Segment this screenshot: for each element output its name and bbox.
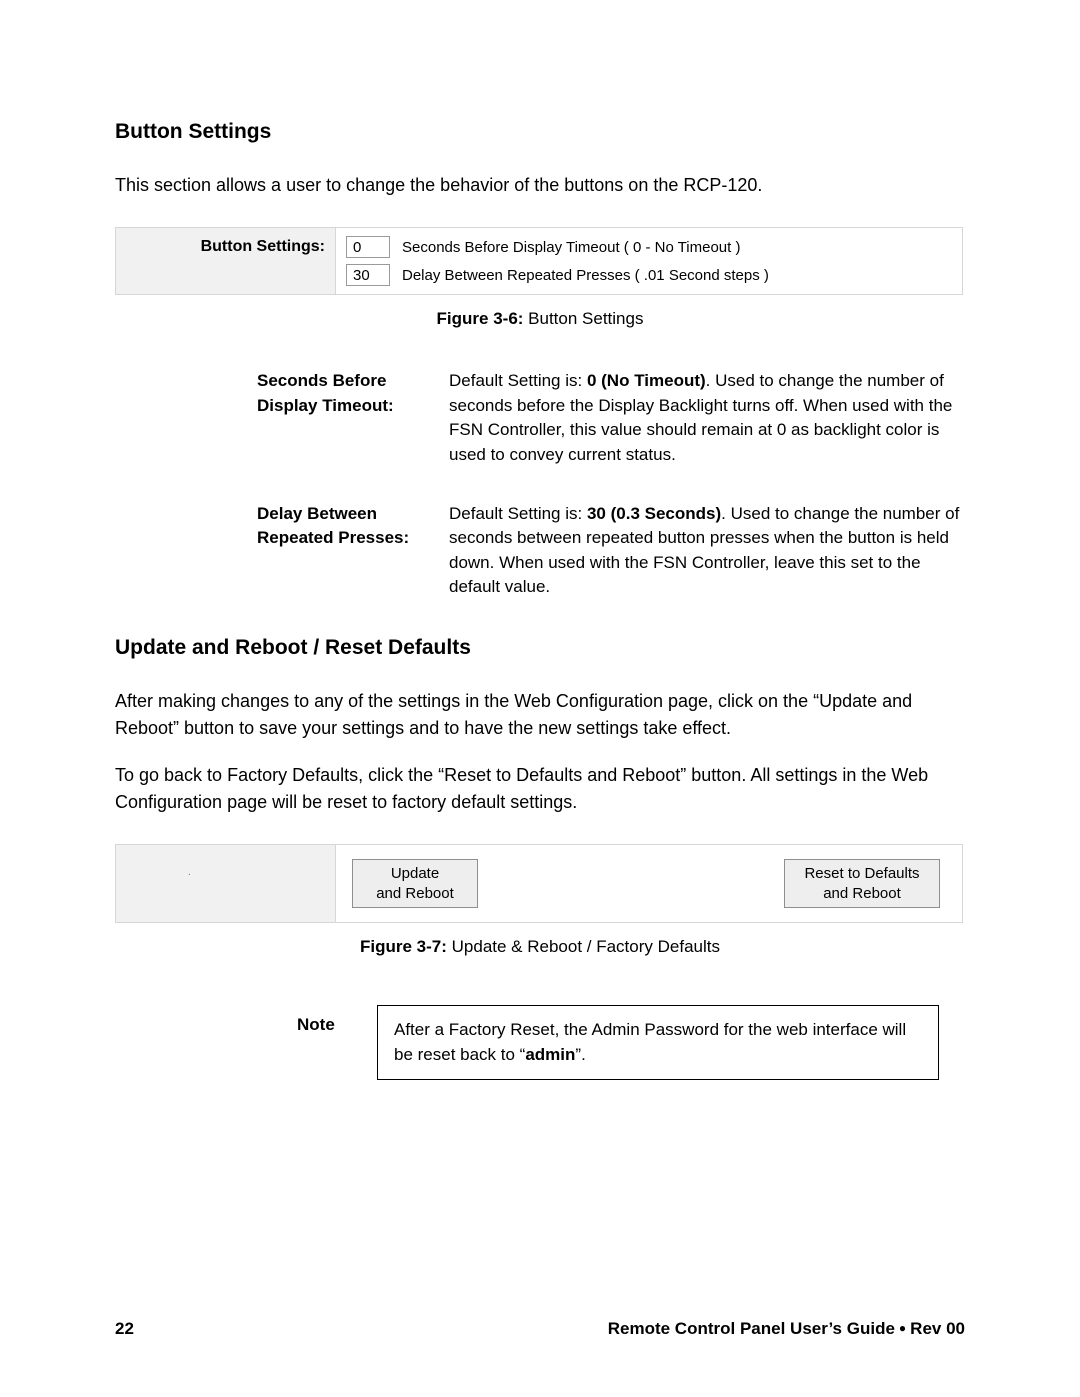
caption-bold: Figure 3-6: — [437, 309, 524, 328]
panel-rows: Seconds Before Display Timeout ( 0 - No … — [336, 228, 962, 294]
panel-left-blank: . — [116, 845, 336, 922]
intro-text: This section allows a user to change the… — [115, 172, 965, 199]
reset-to-defaults-button[interactable]: Reset to Defaultsand Reboot — [784, 859, 940, 908]
update-and-reboot-button[interactable]: Updateand Reboot — [352, 859, 478, 908]
panel-right: Updateand Reboot Reset to Defaultsand Re… — [336, 845, 962, 922]
def-bold: 0 (No Timeout) — [587, 371, 706, 390]
caption-rest: Update & Reboot / Factory Defaults — [447, 937, 720, 956]
heading-button-settings: Button Settings — [115, 120, 965, 144]
def-pre: Default Setting is: — [449, 504, 587, 523]
def-term: Delay Between Repeated Presses: — [257, 502, 449, 601]
guide-title: Remote Control Panel User’s Guide●Rev 00 — [608, 1319, 965, 1339]
update-reboot-p1: After making changes to any of the setti… — [115, 688, 965, 742]
row-display-timeout: Seconds Before Display Timeout ( 0 - No … — [346, 236, 952, 258]
guide-rev: Rev 00 — [910, 1319, 965, 1338]
update-reboot-p2: To go back to Factory Defaults, click th… — [115, 762, 965, 816]
row-delay-presses: Delay Between Repeated Presses ( .01 Sec… — [346, 264, 952, 286]
bullet-icon: ● — [895, 1321, 910, 1335]
note-box: After a Factory Reset, the Admin Passwor… — [377, 1005, 939, 1080]
heading-update-reboot: Update and Reboot / Reset Defaults — [115, 636, 965, 660]
panel-label: Button Settings: — [116, 228, 336, 294]
page-footer: 22 Remote Control Panel User’s Guide●Rev… — [115, 1319, 965, 1339]
figure-3-6-caption: Figure 3-6: Button Settings — [115, 309, 965, 329]
caption-bold: Figure 3-7: — [360, 937, 447, 956]
note-row: Note After a Factory Reset, the Admin Pa… — [115, 1005, 965, 1080]
note-pre: After a Factory Reset, the Admin Passwor… — [394, 1020, 906, 1064]
def-seconds-before-timeout: Seconds Before Display Timeout: Default … — [115, 369, 965, 468]
def-pre: Default Setting is: — [449, 371, 587, 390]
figure-3-7-caption: Figure 3-7: Update & Reboot / Factory De… — [115, 937, 965, 957]
document-page: Button Settings This section allows a us… — [0, 0, 1080, 1397]
row-text: Seconds Before Display Timeout ( 0 - No … — [402, 239, 740, 256]
seconds-before-timeout-input[interactable] — [346, 236, 390, 258]
page-number: 22 — [115, 1319, 134, 1339]
caption-rest: Button Settings — [523, 309, 643, 328]
guide-bold: Remote Control Panel User’s Guide — [608, 1319, 895, 1338]
decorative-dot: . — [188, 867, 191, 878]
note-label: Note — [297, 1005, 377, 1035]
delay-repeated-presses-input[interactable] — [346, 264, 390, 286]
def-term: Seconds Before Display Timeout: — [257, 369, 449, 468]
def-desc: Default Setting is: 30 (0.3 Seconds). Us… — [449, 502, 965, 601]
figure-3-6-panel: Button Settings: Seconds Before Display … — [115, 227, 963, 295]
note-bold: admin — [525, 1045, 575, 1064]
def-delay-between-presses: Delay Between Repeated Presses: Default … — [115, 502, 965, 601]
note-post: ”. — [575, 1045, 585, 1064]
row-text: Delay Between Repeated Presses ( .01 Sec… — [402, 267, 769, 284]
def-bold: 30 (0.3 Seconds) — [587, 504, 721, 523]
figure-3-7-panel: . Updateand Reboot Reset to Defaultsand … — [115, 844, 963, 923]
def-desc: Default Setting is: 0 (No Timeout). Used… — [449, 369, 965, 468]
